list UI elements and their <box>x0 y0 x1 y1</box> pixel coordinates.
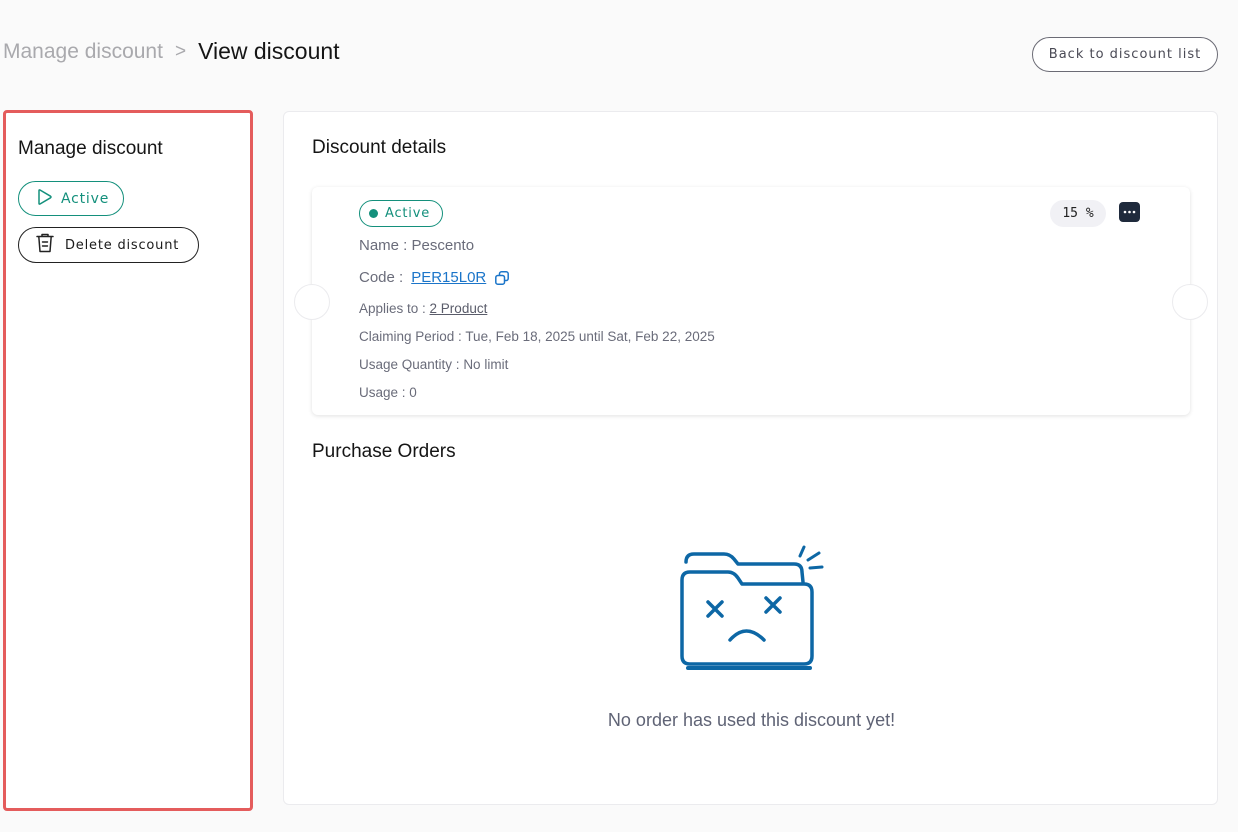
empty-orders-message: No order has used this discount yet! <box>607 710 896 730</box>
activate-status-button[interactable]: Active <box>18 181 124 216</box>
purchase-orders-title: Purchase Orders <box>312 441 456 462</box>
play-outline-icon <box>35 188 53 210</box>
name-label: Name : <box>359 237 412 254</box>
card-notch-left <box>294 284 330 320</box>
usage-row: Usage : 0 <box>359 385 417 400</box>
discount-card: Active Name : Pescento Code : PER15L0R A… <box>294 187 1208 415</box>
more-horizontal-icon <box>1123 210 1136 214</box>
name-row: Name : Pescento <box>359 237 474 254</box>
claiming-period-label: Claiming Period : <box>359 329 466 344</box>
delete-discount-button[interactable]: Delete discount <box>18 227 199 263</box>
sidebar-title: Manage discount <box>18 138 163 159</box>
discount-percent-badge: 15 % <box>1050 200 1106 227</box>
code-label: Code : <box>359 269 404 286</box>
card-notch-right <box>1172 284 1208 320</box>
code-row: Code : PER15L0R <box>359 269 510 286</box>
status-dot-icon <box>369 209 378 218</box>
more-options-button[interactable] <box>1119 202 1140 222</box>
trash-icon <box>35 232 55 258</box>
applies-products-link[interactable]: 2 Product <box>430 301 488 316</box>
claiming-period-value: Tue, Feb 18, 2025 until Sat, Feb 22, 202… <box>465 329 715 344</box>
discount-main-panel: Discount details Active Name : Pescento … <box>283 111 1218 805</box>
manage-discount-sidebar: Manage discount Active Delete discount <box>3 110 253 811</box>
status-badge: Active <box>359 200 443 227</box>
delete-discount-label: Delete discount <box>65 237 180 253</box>
discount-details-title: Discount details <box>312 137 447 158</box>
page-title: View discount <box>198 38 340 64</box>
usage-label: Usage : <box>359 385 410 400</box>
breadcrumb-parent[interactable]: Manage discount <box>3 40 163 64</box>
discount-code-link[interactable]: PER15L0R <box>411 269 486 286</box>
applies-label: Applies to : <box>359 301 430 316</box>
copy-icon[interactable] <box>494 270 510 286</box>
status-badge-label: Active <box>385 206 431 221</box>
sad-folder-illustration <box>672 542 832 677</box>
name-value: Pescento <box>411 237 475 254</box>
claiming-period-row: Claiming Period : Tue, Feb 18, 2025 unti… <box>359 329 715 344</box>
usage-quantity-row: Usage Quantity : No limit <box>359 357 508 372</box>
page-header: Manage discount > View discount Back to … <box>0 30 1238 76</box>
applies-row: Applies to : 2 Product <box>359 301 487 316</box>
back-to-list-button[interactable]: Back to discount list <box>1032 37 1218 72</box>
usage-quantity-value: No limit <box>463 357 509 372</box>
usage-quantity-label: Usage Quantity : <box>359 357 464 372</box>
usage-value: 0 <box>409 385 417 400</box>
activate-status-label: Active <box>61 190 110 207</box>
breadcrumb-separator: > <box>174 40 187 62</box>
breadcrumb: Manage discount > View discount <box>3 38 340 65</box>
